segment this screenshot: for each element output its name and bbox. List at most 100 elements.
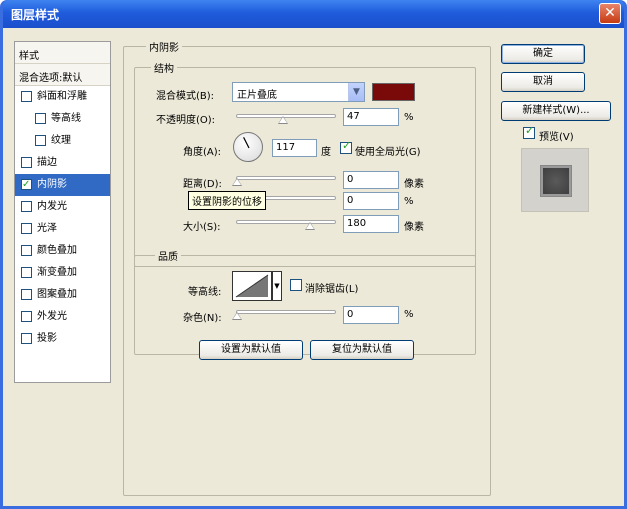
preview-thumbnail bbox=[521, 148, 589, 212]
contour-curve-icon bbox=[235, 274, 269, 298]
choke-input[interactable]: 0 bbox=[343, 192, 399, 210]
preview-checkbox[interactable] bbox=[523, 124, 535, 139]
contour-label: 等高线: bbox=[188, 287, 222, 298]
size-unit: 像素 bbox=[404, 222, 424, 233]
angle-dial[interactable] bbox=[233, 132, 263, 162]
distance-label: 距离(D): bbox=[183, 179, 222, 190]
style-item[interactable]: 内发光 bbox=[15, 196, 110, 218]
size-slider-thumb[interactable] bbox=[305, 222, 315, 230]
shadow-color-swatch[interactable] bbox=[372, 83, 415, 101]
preview-swatch bbox=[540, 165, 572, 197]
tooltip: 设置阴影的位移 bbox=[188, 191, 266, 210]
blend-mode-select[interactable]: 正片叠底 ▼ bbox=[232, 82, 365, 102]
size-slider[interactable] bbox=[236, 220, 336, 224]
layer-style-dialog: 图层样式 ✕ 样式 混合选项:默认 斜面和浮雕等高线纹理描边内阴影内发光光泽颜色… bbox=[0, 0, 627, 509]
noise-label: 杂色(N): bbox=[183, 313, 222, 324]
style-item[interactable]: 光泽 bbox=[15, 218, 110, 240]
global-light-checkbox[interactable] bbox=[340, 139, 352, 154]
make-default-button[interactable]: 设置为默认值 bbox=[199, 340, 303, 360]
style-item-label: 外发光 bbox=[37, 311, 67, 322]
style-item-checkbox[interactable] bbox=[21, 223, 32, 234]
style-item-checkbox[interactable] bbox=[21, 174, 32, 196]
style-item-label: 描边 bbox=[37, 157, 57, 168]
style-item-checkbox[interactable] bbox=[21, 201, 32, 212]
blend-options-item[interactable]: 混合选项:默认 bbox=[15, 64, 110, 86]
style-item[interactable]: 描边 bbox=[15, 152, 110, 174]
blend-mode-label: 混合模式(B): bbox=[156, 91, 215, 102]
quality-title: 品质 bbox=[155, 248, 181, 263]
quality-group bbox=[134, 255, 476, 355]
style-item-label: 图案叠加 bbox=[37, 289, 77, 300]
close-button[interactable]: ✕ bbox=[599, 3, 621, 24]
style-item-checkbox[interactable] bbox=[21, 267, 32, 278]
global-light-label: 使用全局光(G) bbox=[355, 147, 421, 158]
reset-default-button[interactable]: 复位为默认值 bbox=[310, 340, 414, 360]
cancel-button[interactable]: 取消 bbox=[501, 72, 585, 92]
style-item-label: 投影 bbox=[37, 333, 57, 344]
style-item-checkbox[interactable] bbox=[21, 289, 32, 300]
style-item-label: 等高线 bbox=[51, 113, 81, 124]
antialias-label: 消除锯齿(L) bbox=[305, 284, 359, 295]
inner-shadow-title: 内阴影 bbox=[146, 39, 182, 54]
contour-picker[interactable] bbox=[232, 271, 272, 301]
style-item[interactable]: 外发光 bbox=[15, 306, 110, 328]
style-item-label: 内阴影 bbox=[37, 179, 67, 190]
distance-slider[interactable] bbox=[236, 176, 336, 180]
title-bar[interactable]: 图层样式 ✕ bbox=[3, 0, 624, 28]
style-items: 斜面和浮雕等高线纹理描边内阴影内发光光泽颜色叠加渐变叠加图案叠加外发光投影 bbox=[15, 86, 110, 350]
opacity-input[interactable]: 47 bbox=[343, 108, 399, 126]
new-style-button[interactable]: 新建样式(W)... bbox=[501, 101, 611, 121]
style-item[interactable]: 图案叠加 bbox=[15, 284, 110, 306]
style-item-checkbox[interactable] bbox=[21, 91, 32, 102]
style-item[interactable]: 纹理 bbox=[15, 130, 110, 152]
style-item-label: 斜面和浮雕 bbox=[37, 91, 87, 102]
style-item-checkbox[interactable] bbox=[21, 245, 32, 256]
preview-label: 预览(V) bbox=[539, 132, 574, 143]
noise-unit: % bbox=[404, 309, 414, 320]
opacity-unit: % bbox=[404, 112, 414, 123]
style-item-checkbox[interactable] bbox=[35, 135, 46, 146]
angle-needle-icon bbox=[243, 137, 250, 149]
style-item[interactable]: 颜色叠加 bbox=[15, 240, 110, 262]
antialias-checkbox[interactable] bbox=[290, 279, 302, 291]
style-item-checkbox[interactable] bbox=[21, 311, 32, 322]
style-item-label: 颜色叠加 bbox=[37, 245, 77, 256]
chevron-down-icon[interactable]: ▼ bbox=[348, 83, 364, 101]
style-list-header[interactable]: 样式 bbox=[15, 42, 110, 64]
style-item-label: 纹理 bbox=[51, 135, 71, 146]
style-item-checkbox[interactable] bbox=[35, 113, 46, 124]
noise-slider-thumb[interactable] bbox=[232, 312, 242, 320]
blend-mode-value: 正片叠底 bbox=[237, 90, 277, 101]
angle-unit: 度 bbox=[321, 147, 331, 158]
distance-unit: 像素 bbox=[404, 179, 424, 190]
opacity-label: 不透明度(O): bbox=[156, 115, 216, 126]
chevron-down-icon: ▼ bbox=[274, 282, 280, 290]
noise-slider[interactable] bbox=[236, 310, 336, 314]
style-item-label: 渐变叠加 bbox=[37, 267, 77, 278]
style-item[interactable]: 等高线 bbox=[15, 108, 110, 130]
style-item-checkbox[interactable] bbox=[21, 157, 32, 168]
size-input[interactable]: 180 bbox=[343, 215, 399, 233]
window-title: 图层样式 bbox=[11, 8, 60, 22]
noise-input[interactable]: 0 bbox=[343, 306, 399, 324]
style-item-checkbox[interactable] bbox=[21, 333, 32, 344]
style-item[interactable]: 投影 bbox=[15, 328, 110, 350]
style-item-label: 内发光 bbox=[37, 201, 67, 212]
ok-button[interactable]: 确定 bbox=[501, 44, 585, 64]
style-item[interactable]: 斜面和浮雕 bbox=[15, 86, 110, 108]
dialog-body: 样式 混合选项:默认 斜面和浮雕等高线纹理描边内阴影内发光光泽颜色叠加渐变叠加图… bbox=[3, 28, 624, 506]
style-item-label: 光泽 bbox=[37, 223, 57, 234]
structure-title: 结构 bbox=[151, 60, 177, 75]
style-item[interactable]: 渐变叠加 bbox=[15, 262, 110, 284]
size-label: 大小(S): bbox=[183, 222, 221, 233]
style-list: 样式 混合选项:默认 斜面和浮雕等高线纹理描边内阴影内发光光泽颜色叠加渐变叠加图… bbox=[14, 41, 111, 383]
choke-unit: % bbox=[404, 196, 414, 207]
distance-slider-thumb[interactable] bbox=[232, 178, 242, 186]
opacity-slider-thumb[interactable] bbox=[278, 116, 288, 124]
angle-input[interactable]: 117 bbox=[272, 139, 317, 157]
contour-dropdown[interactable]: ▼ bbox=[272, 271, 282, 301]
close-icon: ✕ bbox=[604, 5, 616, 21]
style-item[interactable]: 内阴影 bbox=[15, 174, 110, 196]
angle-label: 角度(A): bbox=[183, 147, 222, 158]
distance-input[interactable]: 0 bbox=[343, 171, 399, 189]
